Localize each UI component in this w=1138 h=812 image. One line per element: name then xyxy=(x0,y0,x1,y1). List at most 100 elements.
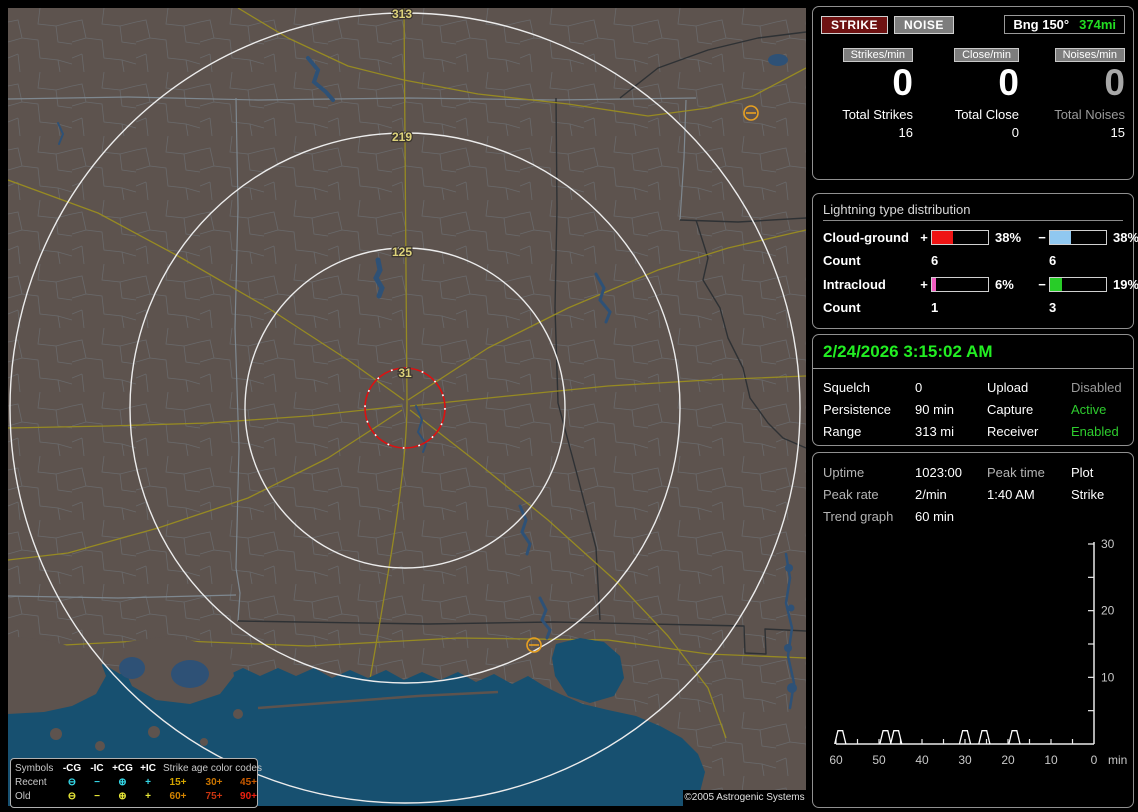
legend-old-label: Old xyxy=(15,790,31,802)
plus-sign: + xyxy=(920,277,928,292)
svg-text:0: 0 xyxy=(1091,753,1098,767)
noises-per-min-button[interactable]: Noises/min xyxy=(1054,48,1125,62)
distribution-panel: Lightning type distribution Cloud-ground… xyxy=(812,193,1138,329)
strike-mode-button[interactable]: STRIKE xyxy=(821,15,889,34)
ic-negative-bar xyxy=(1049,277,1107,292)
copyright: ©2005 Astrogenic Systems xyxy=(683,790,806,806)
datetime-display: 2/24/2026 3:15:02 AM xyxy=(813,335,1133,369)
svg-text:min: min xyxy=(1108,753,1127,767)
trend-graph-window: 60 min xyxy=(915,509,955,524)
ic-negative-pct: 19% xyxy=(1113,277,1138,292)
status-panel: 2/24/2026 3:15:02 AM Squelch 0 Upload Di… xyxy=(812,334,1134,446)
close-per-min-button[interactable]: Close/min xyxy=(954,48,1019,62)
cg-positive-count: 6 xyxy=(931,253,939,268)
svg-text:20: 20 xyxy=(1001,753,1015,767)
pos-ic-recent-icon: + xyxy=(145,776,151,788)
noise-mode-button[interactable]: NOISE xyxy=(894,15,954,34)
legend-col-neg-ic: -IC xyxy=(90,762,104,774)
squelch-value: 0 xyxy=(915,380,923,395)
trend-chart: 10 20 30 60 50 40 30 20 10 0 min xyxy=(829,537,1127,767)
total-strikes-value: 16 xyxy=(898,124,913,140)
plus-sign: + xyxy=(920,230,928,245)
total-strikes-label: Total Strikes xyxy=(842,106,913,122)
cloud-ground-row: Cloud-ground + 38% − 38% xyxy=(823,230,1138,245)
noises-column: Noises/min 0 Total Noises 15 xyxy=(1033,36,1125,140)
age-30: 30+ xyxy=(205,776,223,788)
peak-time-value: 1:40 AM xyxy=(987,487,1035,502)
neg-ic-old-icon: − xyxy=(94,790,100,802)
pos-cg-old-icon: ⊕ xyxy=(118,790,127,802)
total-close-value: 0 xyxy=(1011,124,1019,140)
distribution-title: Lightning type distribution xyxy=(823,202,1123,221)
peak-rate-label: Peak rate xyxy=(823,487,879,502)
svg-text:10: 10 xyxy=(1044,753,1058,767)
svg-text:20: 20 xyxy=(1101,604,1115,618)
intracloud-row: Intracloud + 6% − 19% xyxy=(823,277,1138,292)
legend: Symbols -CG -IC +CG +IC Strike age color… xyxy=(10,758,262,808)
svg-text:30: 30 xyxy=(1101,537,1115,551)
bearing-label: Bng 150° xyxy=(1013,17,1070,32)
range-label-31: 31 xyxy=(398,366,412,380)
close-rate: 0 xyxy=(998,62,1019,103)
svg-text:40: 40 xyxy=(915,753,929,767)
cloud-ground-label: Cloud-ground xyxy=(823,230,909,245)
uptime-label: Uptime xyxy=(823,465,865,480)
age-15: 15+ xyxy=(169,776,187,788)
legend-age-title: Strike age color codes xyxy=(163,762,262,774)
strikes-per-min-button[interactable]: Strikes/min xyxy=(842,48,913,62)
persistence-label: Persistence xyxy=(823,402,891,417)
noises-rate: 0 xyxy=(1104,62,1125,103)
strikes-column: Strikes/min 0 Total Strikes 16 xyxy=(821,36,913,140)
peak-time-label: Peak time xyxy=(987,465,1045,480)
receiver-label: Receiver xyxy=(987,424,1039,439)
svg-text:30: 30 xyxy=(958,753,972,767)
neg-ic-recent-icon: − xyxy=(94,776,100,788)
cg-negative-bar xyxy=(1049,230,1107,245)
ic-negative-count: 3 xyxy=(1049,300,1057,315)
capture-label: Capture xyxy=(987,402,1034,417)
legend-col-pos-cg: +CG xyxy=(112,762,133,774)
bearing-display: Bng 150° 374mi xyxy=(1004,15,1125,34)
strikes-rate: 0 xyxy=(892,62,913,103)
squelch-label: Squelch xyxy=(823,380,870,395)
total-noises-value: 15 xyxy=(1110,124,1125,140)
count-label: Count xyxy=(823,253,861,268)
total-close-label: Total Close xyxy=(954,106,1019,122)
map[interactable]: 313 219 125 31 xyxy=(8,8,806,806)
upload-label: Upload xyxy=(987,380,1029,395)
count-label: Count xyxy=(823,300,861,315)
counters-panel: STRIKE NOISE Bng 150° 374mi Strikes/min 0… xyxy=(812,6,1134,180)
range-label-125: 125 xyxy=(392,245,412,259)
app-root: { "header": { "strike_btn": "STRIKE", "n… xyxy=(0,0,1138,812)
intracloud-label: Intracloud xyxy=(823,277,886,292)
cg-positive-pct: 38% xyxy=(995,230,1022,245)
total-noises-label: Total Noises xyxy=(1054,106,1125,122)
svg-text:10: 10 xyxy=(1101,670,1115,684)
legend-col-neg-cg: -CG xyxy=(62,762,82,774)
neg-cg-old-icon: ⊖ xyxy=(67,790,77,802)
cloud-ground-count-row: Count 6 6 xyxy=(823,253,1123,268)
minus-sign: − xyxy=(1038,230,1046,245)
age-90: 90+ xyxy=(240,790,257,802)
age-60: 60+ xyxy=(169,790,187,802)
plot-value: Plot xyxy=(1071,465,1094,480)
ic-positive-count: 1 xyxy=(931,300,939,315)
range-label-219: 219 xyxy=(392,130,412,144)
uptime-value: 1023:00 xyxy=(915,465,962,480)
svg-text:50: 50 xyxy=(872,753,886,767)
bearing-distance: 374mi xyxy=(1079,17,1116,32)
range-label: Range xyxy=(823,424,862,439)
range-label-313: 313 xyxy=(392,8,412,21)
ic-positive-pct: 6% xyxy=(995,277,1014,292)
pos-cg-recent-icon: ⊕ xyxy=(118,776,127,788)
plot-type-value: Strike xyxy=(1071,487,1105,502)
receiver-state: Enabled xyxy=(1071,424,1119,439)
pos-ic-old-icon: + xyxy=(145,790,151,802)
legend-symbols-label: Symbols xyxy=(15,762,54,774)
map-canvas: 313 219 125 31 xyxy=(8,8,806,806)
close-column: Close/min 0 Total Close 0 xyxy=(927,36,1019,140)
cg-positive-bar xyxy=(931,230,989,245)
upload-state: Disabled xyxy=(1071,380,1122,395)
legend-recent-label: Recent xyxy=(15,776,47,788)
svg-text:60: 60 xyxy=(829,753,843,767)
